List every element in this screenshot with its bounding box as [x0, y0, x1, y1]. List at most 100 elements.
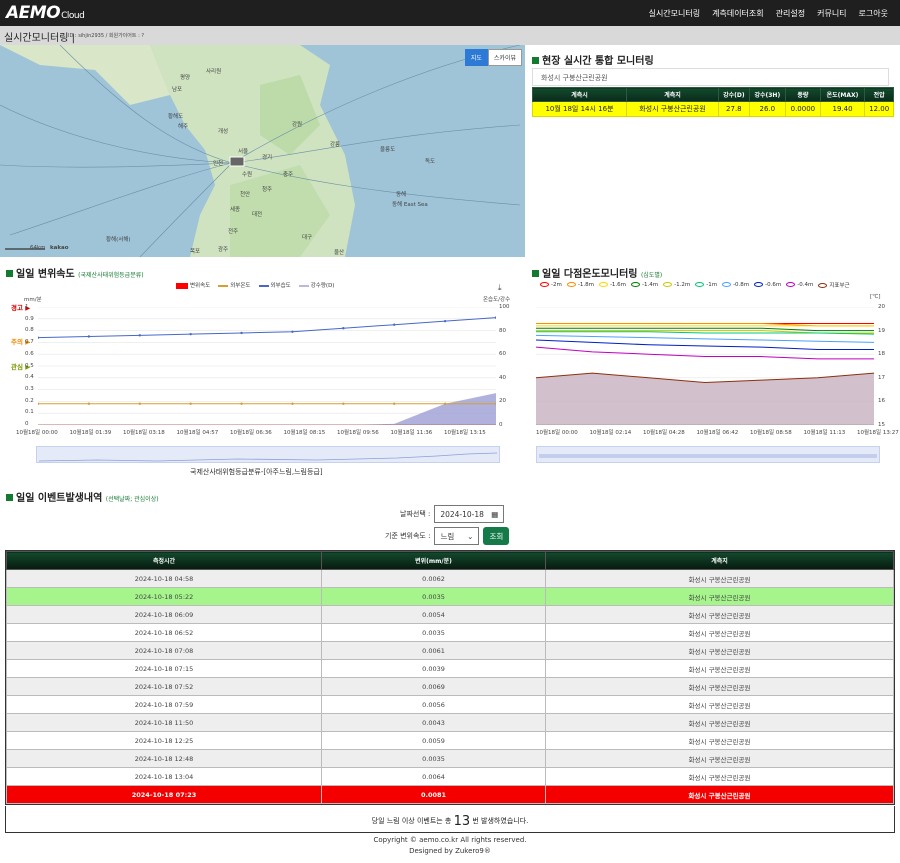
map-label-kaesong: 개성: [218, 129, 229, 135]
data-point: [342, 402, 345, 405]
rt-header: 강수(3H): [748, 87, 787, 102]
realtime-row[interactable]: 10월 18일 14시 16분 화성시 구봉산근린공원 27.8 26.0 0.…: [532, 101, 894, 117]
event-cell-disp: 0.0043: [321, 713, 546, 732]
legend-item-depth[interactable]: 지표부근: [818, 281, 850, 289]
map-label-ulsan: 울산: [334, 250, 345, 256]
legend-item-depth[interactable]: -1.2m: [663, 282, 690, 288]
legend-item-temp[interactable]: 외부온도: [218, 281, 251, 289]
nav-admin-settings[interactable]: 관리설정: [776, 8, 805, 19]
download-icon[interactable]: ⤓: [498, 283, 502, 293]
event-cell-site: 화성시 구봉산근린공원: [545, 767, 894, 786]
data-point: [494, 316, 496, 319]
nav-logout[interactable]: 로그아웃: [859, 8, 888, 19]
event-cell-site: 화성시 구봉산근린공원: [545, 605, 894, 624]
x-tick-label: 10월18일 13:27: [857, 430, 899, 436]
nav-data-query[interactable]: 계측데이터조회: [712, 8, 764, 19]
map-view[interactable]: 평양 남포 사리원 황해도 해주 개성 서울 인천 수원 천안 세종 대전 충주…: [0, 45, 525, 257]
series-rain-area: [38, 393, 496, 425]
y-tick-right: 100: [499, 304, 510, 310]
y-tick-left: 0.5: [25, 362, 34, 369]
skyview-button[interactable]: 스카이뷰: [487, 49, 522, 66]
table-row[interactable]: 2024-10-18 13:04 0.0064 화성시 구봉산근린공원: [6, 767, 894, 786]
event-cell-disp: 0.0035: [321, 749, 546, 768]
legend-item-depth[interactable]: -2m: [540, 282, 562, 288]
table-row[interactable]: 2024-10-18 05:22 0.0035 화성시 구봉산근린공원: [6, 587, 894, 606]
et-header-disp: 변위(mm/분): [321, 551, 546, 570]
x-tick-label: 10월18일 03:18: [123, 430, 165, 436]
table-row[interactable]: 2024-10-18 07:59 0.0056 화성시 구봉산근린공원: [6, 695, 894, 714]
event-cell-site: 화성시 구봉산근린공원: [545, 659, 894, 678]
table-row[interactable]: 2024-10-18 07:52 0.0069 화성시 구봉산근린공원: [6, 677, 894, 696]
legend-item-depth[interactable]: -0.6m: [754, 282, 781, 288]
map-label-pyongyang: 평양: [180, 75, 191, 81]
map-label-gangneung: 강릉: [330, 142, 341, 148]
legend-item-depth[interactable]: -1.6m: [598, 282, 626, 288]
legend-marker-icon: [663, 282, 673, 287]
x-tick-label: 10월18일 04:28: [643, 430, 685, 436]
x-tick-label: 10월18일 11:13: [803, 430, 846, 436]
table-row[interactable]: 2024-10-18 12:48 0.0035 화성시 구봉산근린공원: [6, 749, 894, 768]
disp-right-unit: 온습도/강수: [483, 297, 511, 303]
speed-filter: 기준 변위속도 : 느림 ⌄ 조회: [385, 527, 510, 545]
site-marker-icon[interactable]: [229, 156, 245, 167]
events-table: 측정시간 변위(mm/분) 계측지 2024-10-18 04:58 0.0062…: [5, 550, 895, 805]
table-row[interactable]: 2024-10-18 12:25 0.0059 화성시 구봉산근린공원: [6, 731, 894, 750]
page-header: 실시간모니터링 | ID : sihjin2935 / 회원가이어트 : ?: [0, 26, 900, 45]
speed-select[interactable]: 느림 ⌄: [434, 527, 480, 545]
data-point: [443, 319, 447, 323]
legend-marker-icon: [695, 282, 705, 287]
main-nav: 실시간모니터링 계측데이터조회 관리설정 커뮤니티 로그아웃: [649, 8, 888, 19]
event-cell-time: 2024-10-18 06:09: [6, 605, 322, 624]
table-row[interactable]: 2024-10-18 04:58 0.0062 화성시 구봉산근린공원: [6, 569, 894, 588]
nav-realtime-monitoring[interactable]: 실시간모니터링: [649, 8, 701, 19]
table-row[interactable]: 2024-10-18 11:50 0.0043 화성시 구봉산근린공원: [6, 713, 894, 732]
disp-range-navigator[interactable]: [36, 446, 500, 463]
map-label-gwangju: 광주: [218, 247, 229, 253]
legend-item-depth[interactable]: -1.8m: [566, 282, 594, 288]
app-logo[interactable]: AEMOCloud: [6, 3, 85, 23]
table-row[interactable]: 2024-10-18 07:23 0.0081 화성시 구봉산근린공원: [6, 785, 894, 804]
date-input[interactable]: 2024-10-18 ▦: [434, 505, 505, 523]
rt-cell-time: 10월 18일 14시 16분: [532, 101, 627, 117]
y-tick-left: 0.3: [25, 385, 34, 392]
legend-item-depth[interactable]: -0.8m: [722, 282, 749, 288]
y-tick-left: 0.6: [25, 350, 34, 357]
map-view-button[interactable]: 지도: [464, 49, 488, 66]
events-section-title: 일일 이벤트발생내역 (선택날짜; 관심이상): [6, 489, 159, 504]
y-tick-left: 0.8: [25, 327, 34, 334]
event-cell-site: 화성시 구봉산근린공원: [545, 677, 894, 696]
map-label-cheonan: 천안: [240, 192, 251, 198]
search-button[interactable]: 조회: [483, 527, 510, 545]
date-filter-label: 날짜선택 :: [400, 510, 431, 518]
data-point: [342, 327, 345, 330]
x-tick-label: 10월18일 00:00: [16, 430, 58, 436]
legend-item-depth[interactable]: -1m: [695, 282, 717, 288]
displacement-chart[interactable]: [38, 307, 496, 425]
y-tick-left: 0.2: [25, 397, 34, 404]
site-selector[interactable]: 화성시 구봉산근린공원: [532, 68, 889, 86]
x-tick-label: 10월18일 06:36: [230, 430, 272, 436]
map-label-dokdo: 독도: [425, 159, 436, 165]
data-point: [138, 334, 141, 337]
legend-item-rain[interactable]: 강수량(D): [298, 281, 334, 289]
event-cell-disp: 0.0059: [321, 731, 546, 750]
legend-item-depth[interactable]: -1.4m: [631, 282, 658, 288]
temperature-chart[interactable]: [536, 307, 874, 425]
temp-range-navigator[interactable]: [536, 446, 880, 463]
table-row[interactable]: 2024-10-18 06:09 0.0054 화성시 구봉산근린공원: [6, 605, 894, 624]
map-label-east-sea: 동해 East Sea: [392, 202, 428, 208]
calendar-icon[interactable]: ▦: [491, 510, 498, 519]
table-row[interactable]: 2024-10-18 06:52 0.0035 화성시 구봉산근린공원: [6, 623, 894, 642]
legend-item-depth[interactable]: -0.4m: [786, 282, 813, 288]
table-row[interactable]: 2024-10-18 07:15 0.0039 화성시 구봉산근린공원: [6, 659, 894, 678]
legend-item-humidity[interactable]: 외부습도: [258, 281, 291, 289]
legend-item-disp[interactable]: 변위속도: [176, 281, 210, 289]
map-label-daejeon: 대전: [252, 212, 263, 218]
designed-by-text: Designed by Zukero9®: [409, 847, 491, 855]
event-cell-time: 2024-10-18 12:48: [6, 749, 322, 768]
series-line-2: [38, 317, 496, 339]
event-cell-site: 화성시 구봉산근린공원: [545, 623, 894, 642]
data-point: [189, 402, 192, 405]
table-row[interactable]: 2024-10-18 07:08 0.0061 화성시 구봉산근린공원: [6, 641, 894, 660]
nav-community[interactable]: 커뮤니티: [817, 8, 846, 19]
